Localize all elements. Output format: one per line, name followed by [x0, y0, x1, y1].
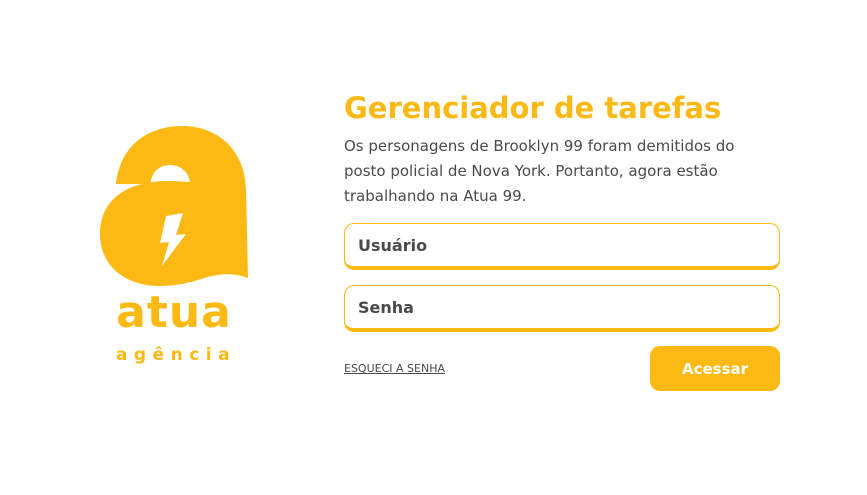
- forgot-password-link[interactable]: ESQUECI A SENHA: [344, 362, 445, 375]
- login-button[interactable]: Acessar: [650, 346, 780, 391]
- form-actions: ESQUECI A SENHA Acessar: [344, 346, 780, 391]
- page-description: Os personagens de Brooklyn 99 foram demi…: [344, 137, 735, 205]
- username-input[interactable]: [344, 223, 780, 270]
- page-title: Gerenciador de tarefas: [344, 91, 722, 125]
- login-panel: Gerenciador de tarefas Os personagens de…: [344, 88, 780, 391]
- password-input[interactable]: [344, 285, 780, 332]
- logo-subtitle: agência: [115, 345, 237, 365]
- atua-logo-icon: [100, 126, 248, 286]
- brand-logo: atua agência: [98, 126, 250, 376]
- logo-wordmark: atua: [116, 287, 232, 338]
